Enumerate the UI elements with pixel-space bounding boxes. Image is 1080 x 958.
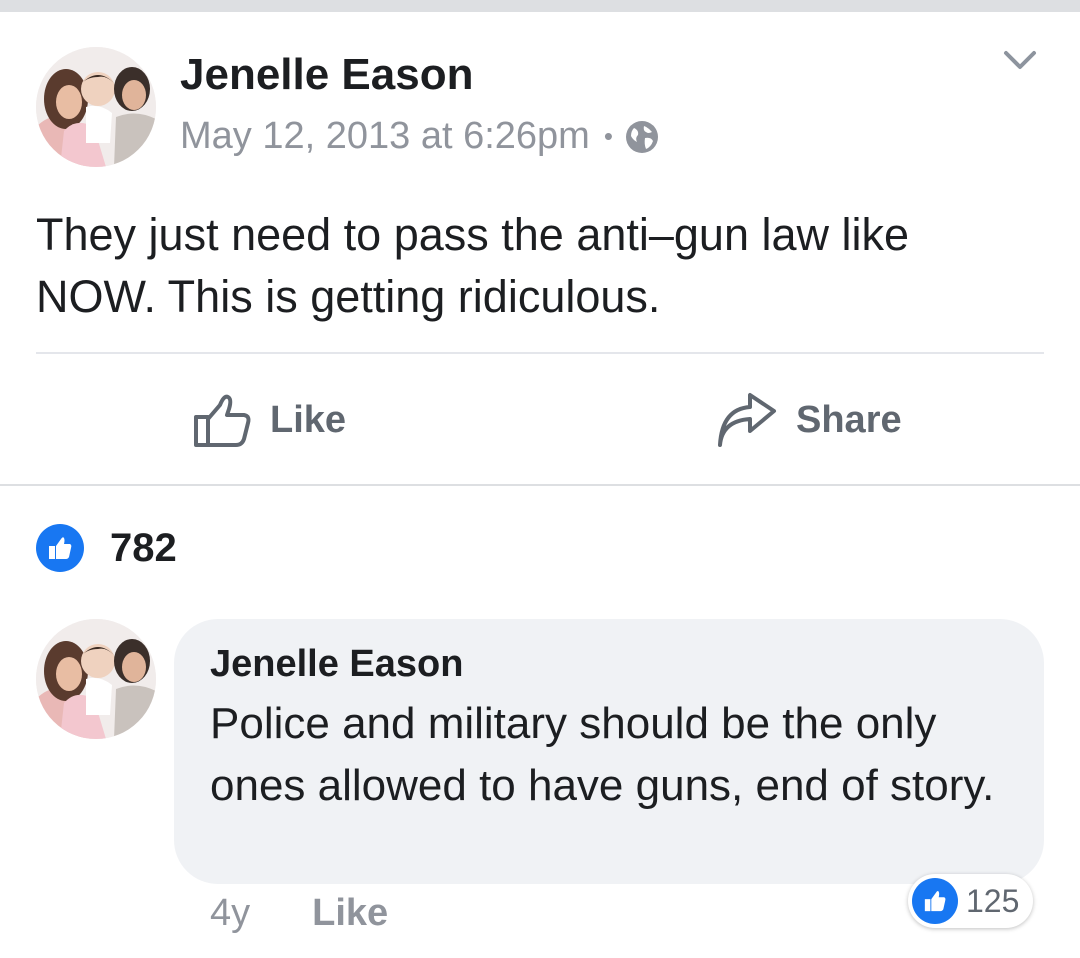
comment-age[interactable]: 4y <box>210 892 250 935</box>
comment-footer: 4y Like <box>210 892 388 935</box>
divider <box>36 352 1044 354</box>
post-text: They just need to pass the anti–gun law … <box>36 209 910 322</box>
like-button-label: Like <box>270 398 347 441</box>
top-bar <box>0 0 1080 12</box>
comment-bubble: Jenelle Eason Police and military should… <box>174 619 1044 884</box>
share-button-label: Share <box>796 398 902 441</box>
comment-author-name[interactable]: Jenelle Eason <box>210 643 463 686</box>
comment-like-link[interactable]: Like <box>312 892 388 935</box>
comment-reaction-badge[interactable]: 125 <box>908 874 1034 928</box>
thumbs-up-icon <box>36 524 84 572</box>
post-meta: May 12, 2013 at 6:26pm • <box>180 115 659 158</box>
reaction-summary[interactable]: 782 <box>36 524 177 572</box>
thumbs-up-outline-icon <box>194 394 251 447</box>
share-button[interactable]: Share <box>716 388 902 452</box>
like-button[interactable]: Like <box>192 388 346 452</box>
post-timestamp[interactable]: May 12, 2013 at 6:26pm <box>180 115 590 158</box>
post-author-name[interactable]: Jenelle Eason <box>180 50 473 100</box>
globe-icon <box>625 120 658 153</box>
post-author-avatar[interactable] <box>36 47 156 167</box>
meta-separator: • <box>603 121 613 151</box>
share-arrow-icon <box>718 393 776 447</box>
chevron-down-icon[interactable] <box>1000 40 1040 80</box>
reaction-count: 782 <box>110 525 177 570</box>
section-divider <box>0 484 1080 486</box>
comment-author-avatar[interactable] <box>36 619 156 739</box>
comment-text: Police and military should be the only o… <box>210 699 995 810</box>
comment-reaction-count: 125 <box>966 882 1020 919</box>
thumbs-up-icon <box>912 878 958 924</box>
